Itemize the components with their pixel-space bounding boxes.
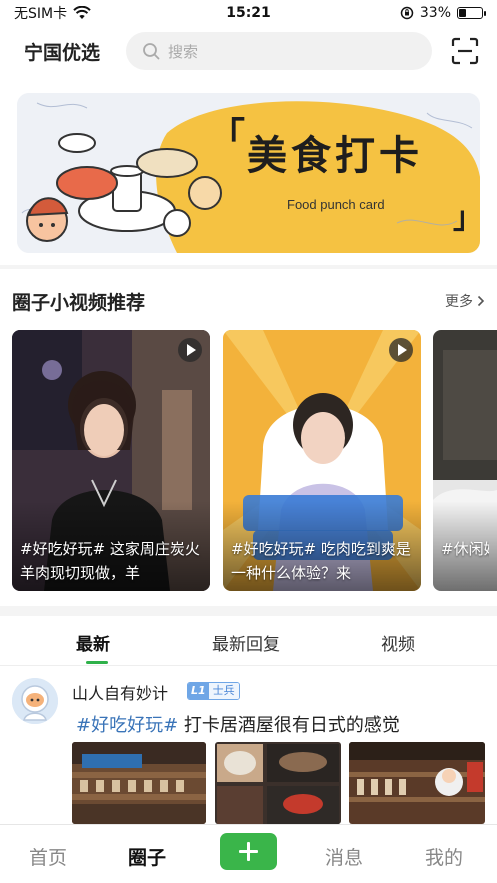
video-section-header: 圈子小视频推荐 更多 xyxy=(0,284,497,318)
level-name: 士兵 xyxy=(208,683,239,699)
level-code: L1 xyxy=(188,683,209,699)
post-image-content xyxy=(72,742,206,824)
tab-latest[interactable]: 最新 xyxy=(76,630,110,655)
add-post-button[interactable] xyxy=(220,833,277,870)
nav-messages[interactable]: 消息 xyxy=(325,843,363,870)
post-image-content xyxy=(349,742,485,824)
nav-circle[interactable]: 圈子 xyxy=(128,843,166,870)
battery-percent: 33% xyxy=(419,5,451,21)
status-left: 无SIM卡 xyxy=(14,3,91,23)
tabs-divider xyxy=(0,665,497,666)
post-image[interactable] xyxy=(72,742,206,824)
chevron-right-icon xyxy=(477,295,485,307)
tab-latest-reply[interactable]: 最新回复 xyxy=(212,630,280,655)
play-icon xyxy=(178,338,202,362)
search-icon xyxy=(143,43,160,60)
tab-video[interactable]: 视频 xyxy=(381,630,415,655)
user-level-badge: L1 士兵 xyxy=(187,682,240,700)
post-body: 打卡居酒屋很有日式的感觉 xyxy=(178,715,400,736)
top-header: 宁国优选 搜索 xyxy=(0,30,497,72)
avatar[interactable] xyxy=(12,678,58,724)
video-caption: #好吃好玩# 吃肉吃到爽是一种什么体验？来 xyxy=(231,540,411,582)
nav-home[interactable]: 首页 xyxy=(29,843,67,870)
post-image[interactable] xyxy=(215,742,341,824)
video-card[interactable]: #休闲娱乐# 楼天空 xyxy=(433,330,497,591)
orientation-lock-icon xyxy=(400,6,414,20)
video-caption: #好吃好玩# 这家周庄炭火羊肉现切现做，羊 xyxy=(20,540,200,582)
bottom-nav: 首页 圈子 消息 我的 xyxy=(0,824,497,883)
search-placeholder: 搜索 xyxy=(168,42,199,61)
video-section-title: 圈子小视频推荐 xyxy=(12,291,146,314)
post-topic-tag[interactable]: #好吃好玩# xyxy=(76,715,178,736)
post-username[interactable]: 山人自有妙计 xyxy=(72,680,168,704)
post-image-content xyxy=(215,742,341,824)
video-caption: #休闲娱乐# 楼天空 xyxy=(441,540,489,558)
video-card[interactable]: #好吃好玩# 吃肉吃到爽是一种什么体验？来 xyxy=(223,330,421,591)
more-link[interactable]: 更多 xyxy=(445,291,485,311)
active-tab-indicator xyxy=(86,661,108,664)
nav-me[interactable]: 我的 xyxy=(425,843,463,870)
battery-icon xyxy=(457,7,486,19)
banner-bracket-right: 」 xyxy=(453,201,480,236)
post-text[interactable]: #好吃好玩# 打卡居酒屋很有日式的感觉 xyxy=(76,711,400,737)
carrier-label: 无SIM卡 xyxy=(14,6,68,22)
post-image[interactable] xyxy=(349,742,485,824)
more-label: 更多 xyxy=(445,294,473,310)
search-bar[interactable]: 搜索 xyxy=(126,32,432,70)
astronaut-avatar-icon xyxy=(12,678,58,724)
status-right: 33% xyxy=(400,5,486,21)
play-icon xyxy=(389,338,413,362)
banner-bracket-left: 「 xyxy=(209,116,246,157)
banner-subtitle: Food punch card xyxy=(287,197,385,212)
food-punch-banner[interactable]: 「 美食打卡 Food punch card 」 xyxy=(17,93,480,253)
wifi-icon xyxy=(73,6,91,19)
status-time: 15:21 xyxy=(226,5,271,21)
scan-icon[interactable] xyxy=(451,37,479,65)
video-card[interactable]: #好吃好玩# 这家周庄炭火羊肉现切现做，羊 xyxy=(12,330,210,591)
app-title: 宁国优选 xyxy=(24,41,101,64)
section-divider xyxy=(0,606,497,616)
section-divider xyxy=(0,265,497,269)
banner-title: 美食打卡 xyxy=(247,132,423,179)
status-bar: 无SIM卡 15:21 33% xyxy=(0,0,497,26)
